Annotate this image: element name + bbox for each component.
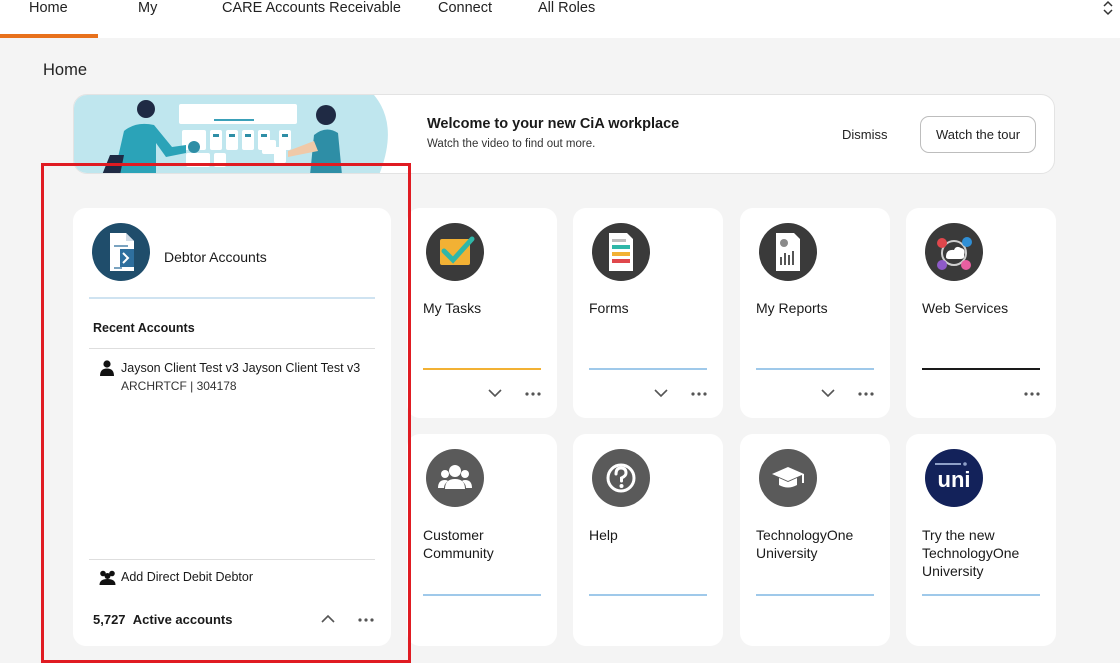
tile-label-my-tasks: My Tasks bbox=[423, 300, 482, 316]
active-accounts-count: 5,727 bbox=[93, 612, 126, 627]
tile-label-forms: Forms bbox=[589, 300, 629, 316]
forms-icon[interactable] bbox=[592, 223, 650, 281]
tile-accent-line bbox=[423, 368, 541, 370]
tile-accent-line bbox=[589, 594, 707, 596]
expand-chevron-down-icon[interactable] bbox=[487, 388, 503, 398]
banner-title: Welcome to your new CiA workplace bbox=[427, 116, 680, 132]
nav-tab-home[interactable]: Home bbox=[29, 0, 68, 38]
expand-collapse-icon[interactable] bbox=[1100, 0, 1116, 16]
active-accounts-label: Active accounts bbox=[132, 612, 233, 627]
collapse-chevron-up-icon[interactable] bbox=[320, 614, 336, 624]
more-options-icon[interactable] bbox=[690, 391, 708, 397]
tile-accent-line bbox=[756, 368, 874, 370]
add-direct-debit-debtor-link[interactable]: Add Direct Debit Debtor bbox=[121, 570, 253, 584]
dismiss-button[interactable]: Dismiss bbox=[842, 127, 888, 142]
nav-tab-all-roles[interactable]: All Roles bbox=[538, 0, 595, 38]
uni-logo-text: uni bbox=[938, 467, 971, 492]
more-options-icon[interactable] bbox=[357, 617, 375, 623]
tile-accent-line bbox=[922, 594, 1040, 596]
banner-subtitle: Watch the video to find out more. bbox=[427, 138, 596, 150]
top-navigation: Home My CARE Accounts Receivable Connect… bbox=[0, 0, 1120, 38]
debtor-accounts-title[interactable]: Debtor Accounts bbox=[164, 249, 267, 265]
graduation-cap-icon[interactable] bbox=[759, 449, 817, 507]
watch-tour-button[interactable]: Watch the tour bbox=[920, 116, 1036, 153]
nav-tab-care-accounts-receivable[interactable]: CARE Accounts Receivable bbox=[222, 0, 401, 38]
section-divider bbox=[89, 559, 375, 560]
community-icon[interactable] bbox=[426, 449, 484, 507]
welcome-banner: Welcome to your new CiA workplace Watch … bbox=[73, 94, 1055, 174]
tile-accent-line bbox=[589, 368, 707, 370]
active-tab-indicator bbox=[0, 34, 98, 38]
card-divider bbox=[89, 297, 375, 299]
expand-chevron-down-icon[interactable] bbox=[653, 388, 669, 398]
tile-accent-line bbox=[922, 368, 1040, 370]
debtor-accounts-icon[interactable] bbox=[92, 223, 150, 281]
uni-logo-icon[interactable]: uni bbox=[925, 449, 983, 507]
tile-accent-line bbox=[423, 594, 541, 596]
more-options-icon[interactable] bbox=[1023, 391, 1041, 397]
person-icon bbox=[100, 360, 114, 376]
tile-accent-line bbox=[756, 594, 874, 596]
help-icon[interactable] bbox=[592, 449, 650, 507]
tile-label-customer-community: Customer Community bbox=[423, 527, 494, 561]
active-accounts-summary: 5,727 Active accounts bbox=[93, 612, 232, 627]
tile-label-help: Help bbox=[589, 527, 618, 543]
welcome-illustration-icon bbox=[74, 95, 388, 173]
nav-tab-my[interactable]: My bbox=[138, 0, 157, 38]
tile-label-try-new-university: Try the new TechnologyOne University bbox=[922, 527, 1020, 579]
nav-tab-connect[interactable]: Connect bbox=[438, 0, 492, 38]
recent-account-detail: ARCHRTCF | 304178 bbox=[121, 379, 237, 393]
web-services-icon[interactable] bbox=[925, 223, 983, 281]
section-divider bbox=[89, 348, 375, 349]
reports-icon[interactable] bbox=[759, 223, 817, 281]
tasks-icon[interactable] bbox=[426, 223, 484, 281]
recent-accounts-heading: Recent Accounts bbox=[93, 321, 195, 335]
tile-label-my-reports: My Reports bbox=[756, 300, 828, 316]
more-options-icon[interactable] bbox=[524, 391, 542, 397]
group-icon bbox=[99, 570, 116, 585]
tile-label-technologyone-university: TechnologyOne University bbox=[756, 527, 854, 561]
recent-account-name[interactable]: Jayson Client Test v3 Jayson Client Test… bbox=[121, 361, 360, 375]
page-title: Home bbox=[43, 61, 88, 79]
expand-chevron-down-icon[interactable] bbox=[820, 388, 836, 398]
tile-label-web-services: Web Services bbox=[922, 300, 1009, 316]
more-options-icon[interactable] bbox=[857, 391, 875, 397]
